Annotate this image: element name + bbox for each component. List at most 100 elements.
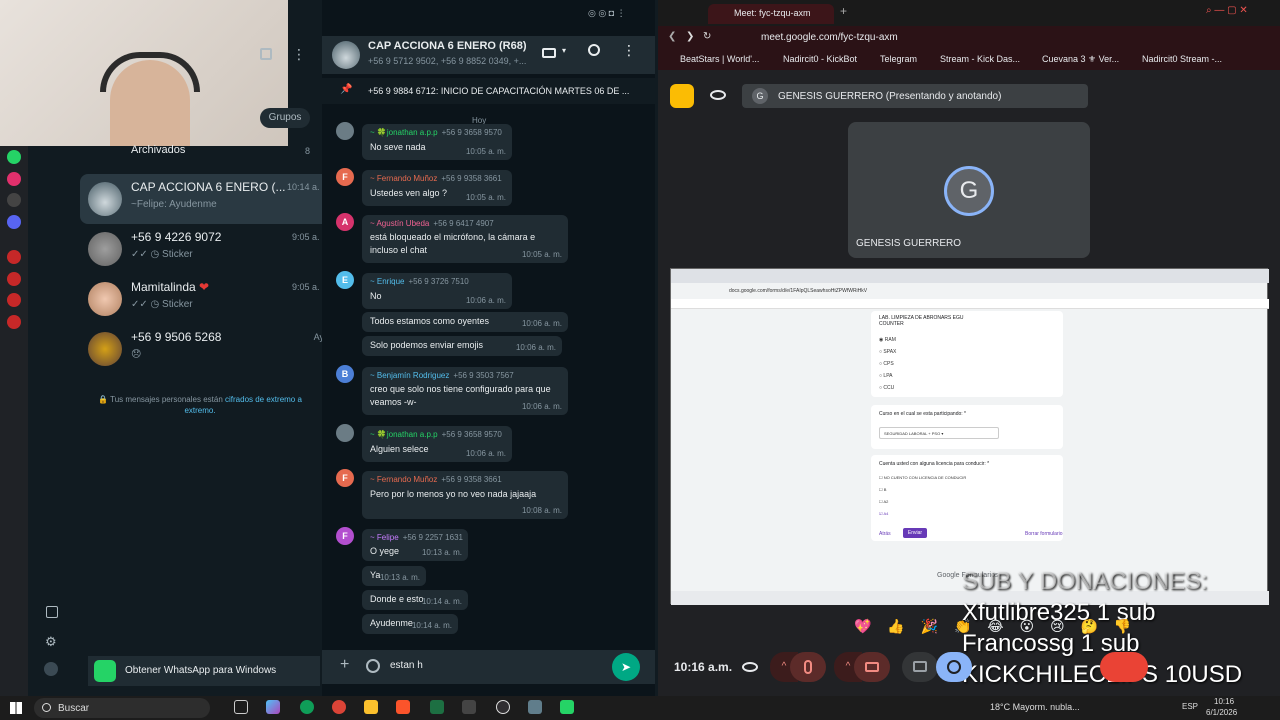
reload-icon[interactable]: ↻ (703, 31, 711, 42)
weather-widget[interactable]: 18°C Mayorm. nubla... (990, 702, 1080, 712)
message-bubble[interactable]: ~ Fernando Muñoz +56 9 9358 3661 Pero por… (362, 471, 568, 519)
bookmark-item[interactable]: BeatStars | World'... (680, 54, 759, 64)
url-input[interactable]: meet.google.com/fyc-tzqu-axm (761, 32, 898, 43)
chat-item-4226[interactable]: +56 9 4226 9072 9:05 a. m. ✓✓ ◷ Sticker (80, 224, 342, 274)
file-explorer-icon[interactable] (364, 700, 378, 714)
radio-option[interactable]: ○ LPA (879, 373, 893, 379)
checkbox-option[interactable]: ☐ B (879, 487, 886, 492)
radio-option[interactable]: ○ SPAX (879, 349, 896, 355)
new-chat-icon[interactable] (260, 48, 272, 60)
app-icon-red-4[interactable] (7, 315, 21, 329)
whatsapp-icon[interactable] (7, 150, 21, 164)
leave-call-button[interactable] (1100, 652, 1148, 682)
copilot-icon[interactable] (266, 700, 280, 714)
get-app-banner[interactable]: Obtener WhatsApp para Windows (88, 656, 320, 686)
clock-date[interactable]: 6/1/2026 (1206, 708, 1237, 717)
bookmark-item[interactable]: Cuevana 3 ⚜ Ver... (1042, 54, 1119, 65)
checkbox-option[interactable]: ☐ NO CUENTO CON LICENCIA DE CONDUCIR (879, 475, 966, 480)
present-screen-button[interactable] (902, 652, 938, 682)
radio-option[interactable]: ◉ RAM (879, 337, 896, 343)
checkbox-option[interactable]: ☐ A2 (879, 499, 888, 504)
eye-icon[interactable] (710, 90, 726, 100)
menu-icon[interactable]: ⋮ (622, 42, 636, 59)
archived-row[interactable]: Archivados 8 (80, 144, 310, 162)
emoji-reaction-button[interactable] (936, 652, 972, 682)
forward-icon[interactable]: ❯ (686, 31, 694, 42)
chat-item-mamitalinda[interactable]: Mamitalinda ❤ 9:05 a. m. ✓✓ ◷ Sticker (80, 274, 342, 324)
obs-icon[interactable] (496, 700, 510, 714)
message-bubble[interactable]: Solo podemos enviar emojis 10:06 a. m. (362, 336, 562, 356)
edge-icon[interactable] (300, 700, 314, 714)
app-icon-red-1[interactable] (7, 250, 21, 264)
chevron-down-icon[interactable]: ▾ (562, 46, 566, 55)
video-call-icon[interactable] (542, 48, 556, 58)
message-text: Ustedes ven algo ? (370, 188, 448, 198)
menu-icon[interactable]: ⋮ (292, 46, 306, 63)
starred-icon[interactable] (46, 606, 58, 618)
eye-icon[interactable] (742, 662, 758, 672)
discord-icon[interactable] (7, 215, 21, 229)
emoji-icon[interactable] (366, 659, 380, 673)
message-bubble[interactable]: ~ 🍀jonathan a.p.p +56 9 3658 9570 Alguien… (362, 426, 512, 462)
whatsapp-taskbar-icon[interactable] (560, 700, 574, 714)
message-input[interactable]: estan h (390, 660, 610, 671)
settings-icon[interactable]: ⚙ (45, 634, 57, 650)
participant-tile[interactable]: G GENESIS GUERRERO (848, 122, 1090, 258)
clock-time[interactable]: 10:16 (1214, 697, 1234, 706)
app-icon[interactable] (528, 700, 542, 714)
message-bubble[interactable]: Donde e esto 10:14 a. m. (362, 590, 468, 610)
mic-off-button[interactable] (790, 652, 826, 682)
radio-option[interactable]: ○ CPS (879, 361, 894, 367)
language-indicator[interactable]: ESP (1182, 702, 1198, 711)
bookmark-item[interactable]: Nadircit0 Stream -... (1142, 54, 1222, 64)
form-card-course: Curso en el cual se esta participando: *… (871, 405, 1063, 449)
message-bubble[interactable]: ~ Agustín Ubeda +56 9 6417 4907 está bloq… (362, 215, 568, 263)
bookmark-item[interactable]: Stream - Kick Das... (940, 54, 1020, 64)
participant-avatar: G (944, 166, 994, 216)
message-bubble[interactable]: Ayudenme 10:14 a. m. (362, 614, 458, 634)
chat-item-9506[interactable]: +56 9 9506 5268 Ayer 😞 (80, 324, 342, 374)
windows-start-icon[interactable] (10, 702, 22, 714)
form-submit-button[interactable]: Enviar (903, 528, 927, 538)
message-bubble[interactable]: ~ Fernando Muñoz +56 9 9358 3661 Ustedes … (362, 170, 512, 206)
app-icon-red-3[interactable] (7, 293, 21, 307)
app-icon-red-2[interactable] (7, 272, 21, 286)
profile-icon[interactable] (44, 662, 58, 676)
reaction-bar[interactable]: 💖 👍 🎉 👏 😂 😮 😢 🤔 👎 (854, 618, 1137, 635)
excel-icon[interactable] (430, 700, 444, 714)
camera-off-button[interactable] (854, 652, 890, 682)
message-bubble[interactable]: Todos estamos como oyentes 10:06 a. m. (362, 312, 568, 332)
tab-meet[interactable]: Meet: fyc-tzqu-axm (708, 4, 834, 24)
instagram-icon[interactable] (7, 172, 21, 186)
pinned-message-bar[interactable]: 📌 +56 9 9884 6712: INICIO DE CAPACITACIÓ… (322, 78, 655, 104)
conversation-panel: ◎ ◎ ◘ ⋮ CAP ACCIONA 6 ENERO (R68) +56 9 … (322, 0, 655, 696)
bookmark-item[interactable]: Nadircit0 - KickBot (783, 54, 857, 64)
conversation-header[interactable]: CAP ACCIONA 6 ENERO (R68) +56 9 5712 950… (322, 36, 655, 74)
send-button[interactable]: ➤ (612, 653, 640, 681)
back-icon[interactable]: ❮ (668, 31, 676, 42)
taskbar-search[interactable]: Buscar (34, 698, 210, 718)
bookmark-item[interactable]: Telegram (880, 54, 917, 64)
app-icon[interactable] (462, 700, 476, 714)
message-bubble[interactable]: ~ Enrique +56 9 3726 7510 No 10:06 a. m. (362, 273, 512, 309)
task-view-icon[interactable] (234, 700, 248, 714)
chat-item-cap-accniona[interactable]: CAP ACCIONA 6 ENERO (... 10:14 a. m. ~Fe… (80, 174, 342, 224)
message-bubble[interactable]: ~ 🍀jonathan a.p.p +56 9 3658 9570 No seve… (362, 124, 512, 160)
chrome-icon[interactable] (332, 700, 346, 714)
search-icon[interactable] (588, 44, 600, 56)
radio-option[interactable]: ○ CCU (879, 385, 894, 391)
message-bubble[interactable]: ~ Benjamín Rodriguez +56 9 3503 7567 creo… (362, 367, 568, 415)
brave-icon[interactable] (396, 700, 410, 714)
message-bubble[interactable]: Ya 10:13 a. m. (362, 566, 426, 586)
form-back-button[interactable]: Atrás (879, 531, 891, 537)
form-clear-button[interactable]: Borrar formulario (1025, 531, 1063, 537)
tiktok-icon[interactable] (7, 193, 21, 207)
course-select[interactable]: SEGURIDAD LABORAL + PSO ▾ (879, 427, 999, 439)
present-icon[interactable] (670, 84, 694, 108)
checkbox-option[interactable]: ☑ A4 (879, 511, 888, 516)
message-bubble[interactable]: ~ Felipe +56 9 2257 1631 O yege 10:13 a. … (362, 529, 468, 561)
filter-groups-chip[interactable]: Grupos (260, 108, 310, 128)
message-time: 10:14 a. m. (411, 621, 452, 630)
attach-plus-icon[interactable]: + (340, 656, 349, 674)
new-tab-icon[interactable]: + (840, 4, 847, 18)
